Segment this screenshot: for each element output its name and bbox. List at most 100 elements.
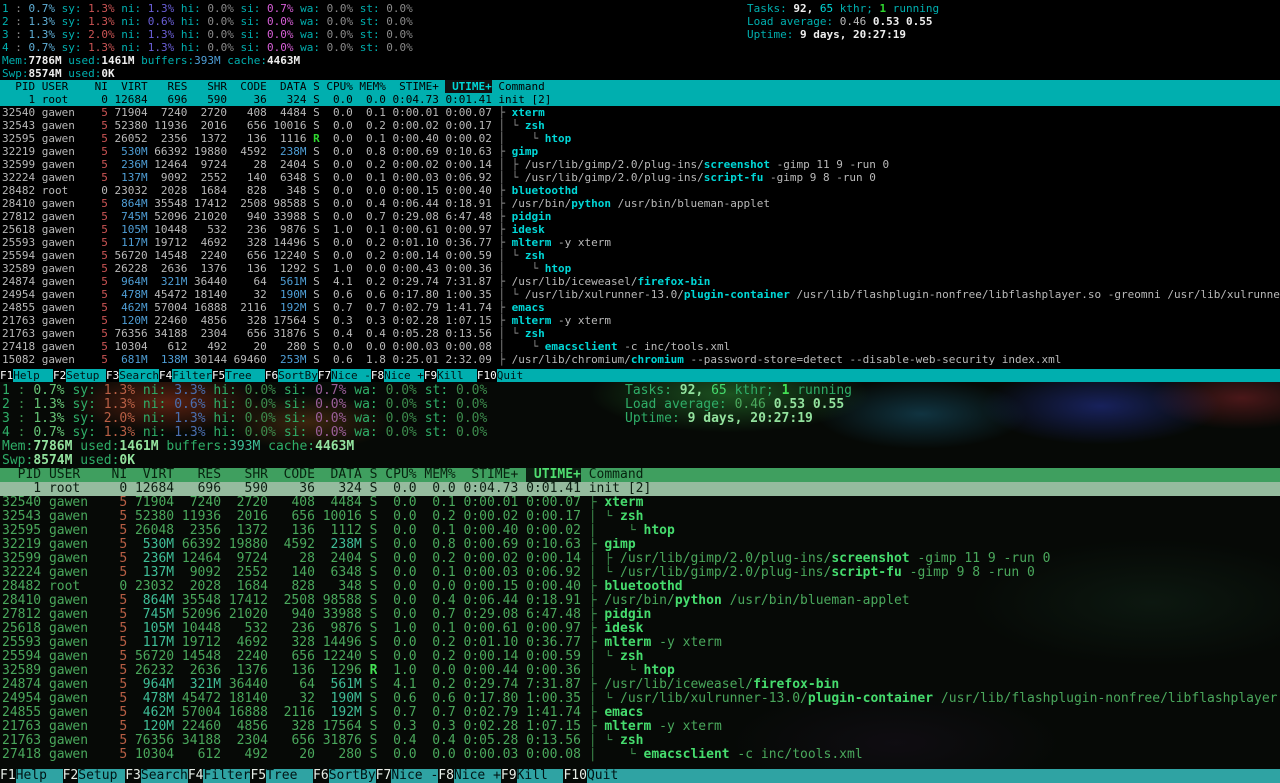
process-row-28410[interactable]: 28410gawen5864M3554817412250898588S0.00.…: [0, 197, 1280, 210]
process-row-24874[interactable]: 24874gawen5964M321M3644064561MS4.10.20:2…: [0, 678, 1280, 692]
column-header-utime[interactable]: UTIME+: [526, 468, 581, 482]
column-header-virt[interactable]: VIRT: [115, 80, 148, 93]
column-header-ni[interactable]: NI: [95, 80, 108, 93]
column-header-virt[interactable]: VIRT: [135, 468, 174, 482]
cell-code: 28: [234, 158, 267, 171]
process-row-32543[interactable]: 32543gawen55238011936201665610016S0.00.2…: [0, 119, 1280, 132]
process-row-21763[interactable]: 21763gawen5120M22460485632817564S0.30.30…: [0, 720, 1280, 734]
process-row-1[interactable]: 1root01268469659036324S0.00.00:04.730:01…: [0, 93, 1280, 106]
process-row-25593[interactable]: 25593gawen5117M19712469232814496S0.00.20…: [0, 236, 1280, 249]
fkey-f4-filter[interactable]: F4Filter: [188, 769, 251, 783]
process-row-27812[interactable]: 27812gawen5745M520962102094033988S0.00.7…: [0, 210, 1280, 223]
fkey-f7-nice[interactable]: F7Nice -: [376, 769, 439, 783]
process-row-32540[interactable]: 32540gawen571904724027204084484S0.00.10:…: [0, 496, 1280, 510]
cell-user: root: [42, 184, 88, 197]
fkey-f3-search[interactable]: F3Search: [106, 369, 159, 382]
fkey-f8-nice[interactable]: F8Nice +: [371, 369, 424, 382]
fkey-f9-kill[interactable]: F9Kill: [501, 769, 564, 783]
process-row-32224[interactable]: 32224gawen5137M909225521406348S0.00.10:0…: [0, 566, 1280, 580]
column-header-user[interactable]: USER: [49, 468, 104, 482]
process-row-25618[interactable]: 25618gawen5105M104485322369876S1.00.10:0…: [0, 622, 1280, 636]
column-header-pid[interactable]: PID: [2, 468, 41, 482]
process-row-32224[interactable]: 32224gawen5137M909225521406348S0.00.10:0…: [0, 171, 1280, 184]
fkey-f1-help[interactable]: F1Help: [0, 769, 63, 783]
fkey-f8-nice[interactable]: F8Nice +: [438, 769, 501, 783]
process-row-32219[interactable]: 32219gawen5530M66392198804592238MS0.00.8…: [0, 145, 1280, 158]
column-header-stime[interactable]: STIME+: [393, 80, 439, 93]
column-header-s[interactable]: S: [313, 80, 320, 93]
column-header-mem[interactable]: MEM%: [359, 80, 385, 93]
process-row-32595[interactable]: 32595gawen526048235613721361112S0.00.10:…: [0, 524, 1280, 538]
process-row-32589[interactable]: 32589gawen526228263613761361292S1.00.00:…: [0, 262, 1280, 275]
process-row-24954[interactable]: 24954gawen5478M454721814032190MS0.60.60:…: [0, 692, 1280, 706]
fkey-f7-nice[interactable]: F7Nice -: [318, 369, 371, 382]
process-row-24874[interactable]: 24874gawen5964M321M3644064561MS4.10.20:2…: [0, 275, 1280, 288]
process-row-15082[interactable]: 15082gawen5681M138M3014469460253MS0.61.8…: [0, 353, 1280, 366]
process-row-27812[interactable]: 27812gawen5745M520962102094033988S0.00.7…: [0, 608, 1280, 622]
fkey-f2-setup[interactable]: F2Setup: [63, 769, 126, 783]
column-header-res[interactable]: RES: [182, 468, 221, 482]
column-header-data[interactable]: DATA: [273, 80, 306, 93]
column-header-res[interactable]: RES: [154, 80, 187, 93]
process-row-24855[interactable]: 24855gawen5462M57004168882116192MS0.70.7…: [0, 706, 1280, 720]
process-row-28410[interactable]: 28410gawen5864M3554817412250898588S0.00.…: [0, 594, 1280, 608]
command-path: /usr/lib/iceweasel/: [604, 678, 753, 692]
tree-branch: │ └: [589, 748, 644, 762]
process-row-27418[interactable]: 27418gawen51030461249220280S0.00.00:00.0…: [0, 748, 1280, 762]
column-header-s[interactable]: S: [370, 468, 378, 482]
cpu-hi-value: 0.0%: [207, 15, 240, 28]
cell-mem-percent: 0.0: [359, 262, 385, 275]
process-row-1[interactable]: 1root01268469659036324S0.00.00:04.730:01…: [0, 482, 1280, 496]
process-row-27418[interactable]: 27418gawen51030461249220280S0.00.00:00.0…: [0, 340, 1280, 353]
process-row-24954[interactable]: 24954gawen5478M454721814032190MS0.60.60:…: [0, 288, 1280, 301]
column-header-cpu[interactable]: CPU%: [385, 468, 416, 482]
cell-data: 10016: [273, 119, 306, 132]
column-header-code[interactable]: CODE: [234, 80, 267, 93]
process-row-32589[interactable]: 32589gawen526232263613761361296R1.00.00:…: [0, 664, 1280, 678]
column-header-cpu[interactable]: CPU%: [326, 80, 352, 93]
column-header-mem[interactable]: MEM%: [424, 468, 455, 482]
column-header-shr[interactable]: SHR: [229, 468, 268, 482]
cell-code: 32: [276, 692, 315, 706]
column-header-data[interactable]: DATA: [323, 468, 362, 482]
process-row-32595[interactable]: 32595gawen526052235613721361116R0.00.10:…: [0, 132, 1280, 145]
fkey-f6-sortby[interactable]: F6SortBy: [265, 369, 318, 382]
fkey-f4-filter[interactable]: F4Filter: [159, 369, 212, 382]
column-header-pid[interactable]: PID: [2, 80, 35, 93]
cpu-user-value: 0.7%: [29, 2, 62, 15]
process-row-25594[interactable]: 25594gawen55672014548224065612240S0.00.2…: [0, 249, 1280, 262]
fkey-f1-help[interactable]: F1Help: [0, 369, 53, 382]
process-row-21763[interactable]: 21763gawen57635634188230465631876S0.40.4…: [0, 327, 1280, 340]
process-row-25618[interactable]: 25618gawen5105M104485322369876S1.00.10:0…: [0, 223, 1280, 236]
process-row-32599[interactable]: 32599gawen5236M124649724282404S0.00.20:0…: [0, 158, 1280, 171]
fkey-f2-setup[interactable]: F2Setup: [53, 369, 106, 382]
column-header-cmd[interactable]: Command: [589, 468, 1280, 482]
process-row-32599[interactable]: 32599gawen5236M124649724282404S0.00.20:0…: [0, 552, 1280, 566]
process-row-21763[interactable]: 21763gawen57635634188230465631876S0.40.4…: [0, 734, 1280, 748]
process-row-25594[interactable]: 25594gawen55672014548224065612240S0.00.2…: [0, 650, 1280, 664]
fkey-f9-kill[interactable]: F9Kill: [424, 369, 477, 382]
process-row-28482[interactable]: 28482root02303220281684828348S0.00.00:00…: [0, 580, 1280, 594]
process-row-32540[interactable]: 32540gawen571904724027204084484S0.00.10:…: [0, 106, 1280, 119]
process-row-32219[interactable]: 32219gawen5530M66392198804592238MS0.00.8…: [0, 538, 1280, 552]
fkey-f5-tree[interactable]: F5Tree: [212, 369, 265, 382]
fkey-f10-quit[interactable]: F10Quit: [563, 769, 633, 783]
column-header-stime[interactable]: STIME+: [464, 468, 519, 482]
process-row-21763[interactable]: 21763gawen5120M22460485632817564S0.30.30…: [0, 314, 1280, 327]
column-header-shr[interactable]: SHR: [194, 80, 227, 93]
process-row-25593[interactable]: 25593gawen5117M19712469232814496S0.00.20…: [0, 636, 1280, 650]
fkey-f3-search[interactable]: F3Search: [125, 769, 188, 783]
fkey-f10-quit[interactable]: F10Quit: [477, 369, 537, 382]
command-args: -y xterm: [551, 314, 611, 327]
column-header-cmd[interactable]: Command: [498, 80, 1280, 93]
fkey-f5-tree[interactable]: F5Tree: [250, 769, 313, 783]
process-row-32543[interactable]: 32543gawen55238011936201665610016S0.00.2…: [0, 510, 1280, 524]
column-header-user[interactable]: USER: [42, 80, 88, 93]
column-header-ni[interactable]: NI: [112, 468, 128, 482]
process-row-24855[interactable]: 24855gawen5462M57004168882116192MS0.70.7…: [0, 301, 1280, 314]
process-row-28482[interactable]: 28482root02303220281684828348S0.00.00:00…: [0, 184, 1280, 197]
fkey-label: Kill: [437, 369, 477, 382]
fkey-f6-sortby[interactable]: F6SortBy: [313, 769, 376, 783]
column-header-utime[interactable]: UTIME+: [445, 80, 491, 93]
column-header-code[interactable]: CODE: [276, 468, 315, 482]
